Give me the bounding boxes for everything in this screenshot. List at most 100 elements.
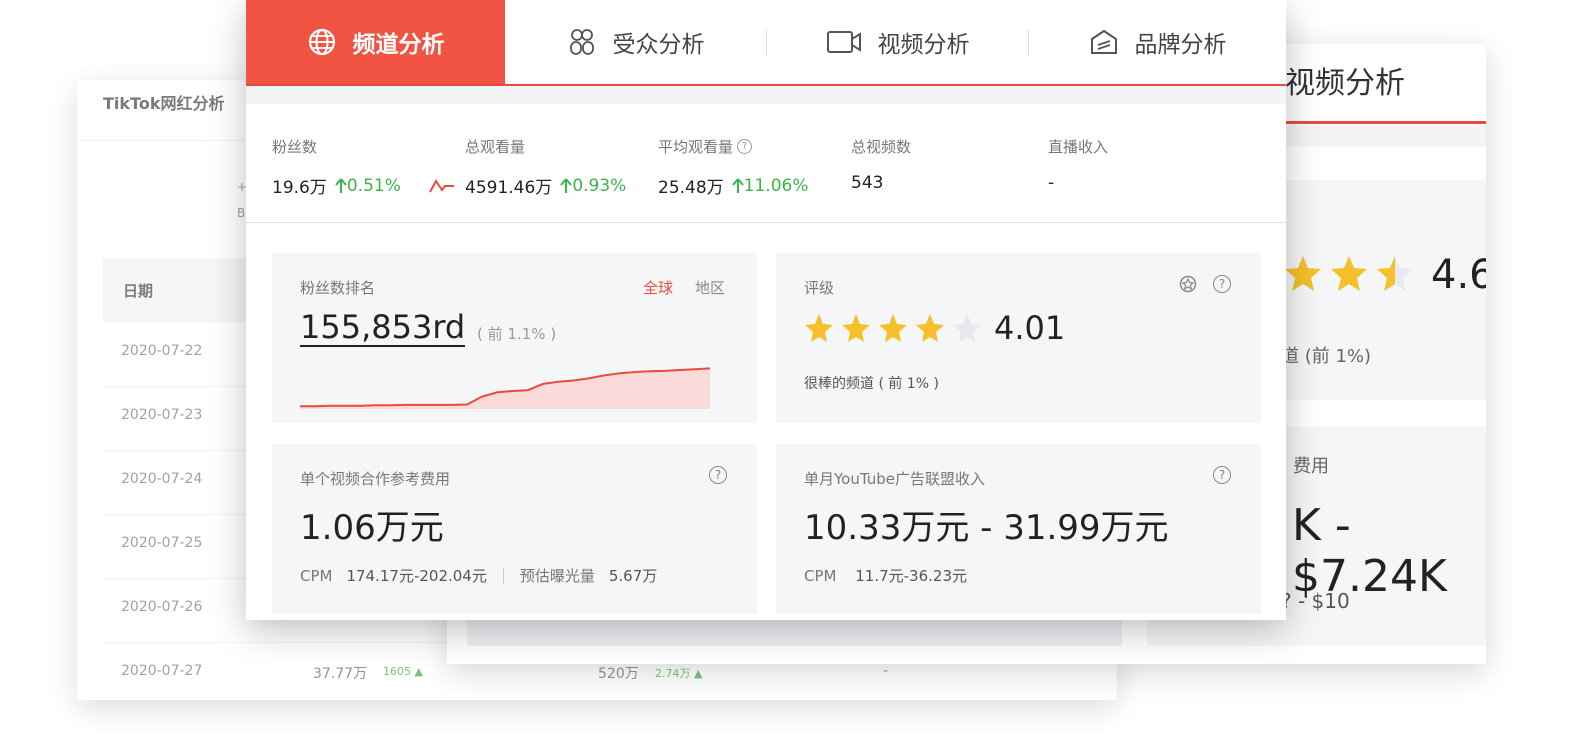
fee-details: CPM 174.17元-202.04元 预估曝光量 5.67万 <box>300 565 657 586</box>
help-icon[interactable]: ? <box>737 139 753 154</box>
blip-text: B <box>237 206 246 220</box>
rating-note: 道 (前 1%) <box>1281 346 1372 367</box>
help-icon[interactable]: ? <box>1213 466 1231 484</box>
rating-panel: 评级 ? 4.01 很棒的频道 ( 前 1% ) <box>776 253 1261 423</box>
video-camera-icon <box>826 31 861 53</box>
metric-value: 543 <box>851 173 884 193</box>
metric-avg-views: 平均观看量 ? 25.48万 11.06% <box>658 136 809 198</box>
star-rating <box>805 314 981 342</box>
metric-value: - <box>1048 173 1055 193</box>
fee-value: 1.06万元 <box>300 508 444 548</box>
metric-label: 总观看量 <box>465 138 526 156</box>
youtube-revenue-panel: 单月YouTube广告联盟收入 ? 10.33万元 - 31.99万元 CPM … <box>776 444 1261 614</box>
brand-icon <box>1090 29 1117 54</box>
globe-icon <box>308 28 335 56</box>
divider <box>502 567 504 584</box>
tab-label: 视频分析 <box>877 32 970 58</box>
star-icon <box>879 314 907 342</box>
column-header-date: 日期 <box>123 282 154 300</box>
tab-video-analysis[interactable]: 视频分析 <box>767 0 1028 84</box>
metric-fans: 粉丝数 19.6万 0.51% <box>272 136 401 198</box>
row-date: 2020-07-27 <box>121 663 203 679</box>
metric-delta: 0.51% <box>335 176 401 196</box>
channel-analysis-card: 频道分析 受众分析 视频分析 品牌分析 粉丝数 19.6万 0.51% 总观看量… <box>246 0 1286 620</box>
row-date: 2020-07-24 <box>121 471 203 487</box>
trend-chart-icon[interactable] <box>428 177 456 195</box>
arrow-up-icon <box>335 177 347 193</box>
tab-audience-analysis[interactable]: 受众分析 <box>505 0 766 84</box>
video-analysis-tab-title: 视频分析 <box>1285 66 1405 101</box>
row-date: 2020-07-22 <box>121 343 203 359</box>
revenue-details: CPM 11.7元-36.23元 <box>804 565 967 586</box>
rank-note: ( 前 1.1% ) <box>477 325 557 343</box>
row-date: 2020-07-26 <box>121 599 203 615</box>
badge-icon[interactable] <box>1179 275 1197 293</box>
cpm-label: CPM <box>804 567 837 585</box>
row-date: 2020-07-25 <box>121 535 203 551</box>
tab-label: 频道分析 <box>352 32 445 58</box>
fee-label: 费用 <box>1293 456 1329 477</box>
fee-sub: ? - $10 <box>1281 589 1350 613</box>
gray-band <box>246 86 1286 104</box>
row-date: 2020-07-23 <box>121 407 203 423</box>
metric-total-videos: 总视频数 543 <box>851 136 911 193</box>
metrics-row: 粉丝数 19.6万 0.51% 总观看量 4591.46万 0.93% 平均观看… <box>246 104 1286 223</box>
tab-label: 受众分析 <box>612 32 705 58</box>
arrow-up-icon <box>731 177 744 193</box>
star-icon <box>842 314 870 342</box>
metric-value: 25.48万 <box>658 178 724 198</box>
row-fans: 37.77万 <box>313 666 368 682</box>
rating-score: 4.01 <box>994 309 1066 347</box>
audience-icon <box>569 29 594 55</box>
scope-global-link[interactable]: 全球 <box>643 277 673 298</box>
metric-label: 平均观看量 <box>658 138 734 156</box>
revenue-value: 10.33万元 - 31.99万元 <box>804 508 1169 548</box>
metric-total-views: 总观看量 4591.46万 0.93% <box>428 136 626 198</box>
exposure-label: 预估曝光量 <box>519 567 595 585</box>
metric-value: 4591.46万 <box>465 178 553 198</box>
tiktok-card-title: TikTok网红分析 <box>103 94 225 113</box>
sparkline-area <box>300 368 710 409</box>
star-rating <box>1285 256 1413 291</box>
tab-bar: 频道分析 受众分析 视频分析 品牌分析 <box>246 0 1286 86</box>
star-icon <box>805 314 833 342</box>
star-empty-icon <box>953 314 981 342</box>
cpm-label: CPM <box>300 566 333 585</box>
help-icon[interactable]: ? <box>1213 275 1231 293</box>
star-icon <box>1285 256 1321 291</box>
row-fans-delta: 1605 ▲ <box>383 665 423 678</box>
fee-value: K - $7.24K <box>1292 500 1447 602</box>
panel-label: 单月YouTube广告联盟收入 <box>804 470 985 488</box>
metric-label: 直播收入 <box>1048 138 1109 156</box>
star-icon <box>916 314 944 342</box>
scope-region-link[interactable]: 地区 <box>695 277 725 298</box>
metric-value: 19.6万 <box>272 178 327 198</box>
panel-label: 评级 <box>804 279 835 297</box>
cpm-value: 11.7元-36.23元 <box>855 567 968 585</box>
tab-underline <box>1285 121 1486 124</box>
cpm-value: 174.17元-202.04元 <box>346 567 487 585</box>
star-icon <box>1331 256 1367 291</box>
panel-label: 粉丝数排名 <box>300 279 376 297</box>
tab-brand-analysis[interactable]: 品牌分析 <box>1029 0 1286 84</box>
fan-rank-panel: 粉丝数排名 全球 地区 155,853rd ( 前 1.1% ) <box>272 253 757 423</box>
help-icon[interactable]: ? <box>709 466 727 484</box>
rank-value[interactable]: 155,853rd <box>300 309 466 347</box>
star-half-icon <box>1377 256 1413 291</box>
rating-score: 4.6 <box>1431 252 1486 298</box>
collab-fee-panel: 单个视频合作参考费用 ? 1.06万元 CPM 174.17元-202.04元 … <box>272 444 757 614</box>
metric-live-income: 直播收入 - <box>1048 136 1108 193</box>
tab-channel-analysis[interactable]: 频道分析 <box>246 0 505 84</box>
metric-label: 粉丝数 <box>272 138 318 156</box>
row-views-delta: 2.74万 ▲ <box>655 667 703 680</box>
metric-label: 总视频数 <box>851 138 912 156</box>
arrow-up-icon <box>560 177 573 193</box>
rating-note: 很棒的频道 ( 前 1% ) <box>804 376 939 392</box>
exposure-value: 5.67万 <box>608 567 658 585</box>
row-other: - <box>883 663 889 679</box>
tab-label: 品牌分析 <box>1134 32 1227 58</box>
metric-delta: 0.93% <box>560 176 626 196</box>
metric-delta: 11.06% <box>731 176 809 196</box>
row-views: 520万 <box>598 666 639 682</box>
rank-trend-sparkline <box>300 367 710 409</box>
